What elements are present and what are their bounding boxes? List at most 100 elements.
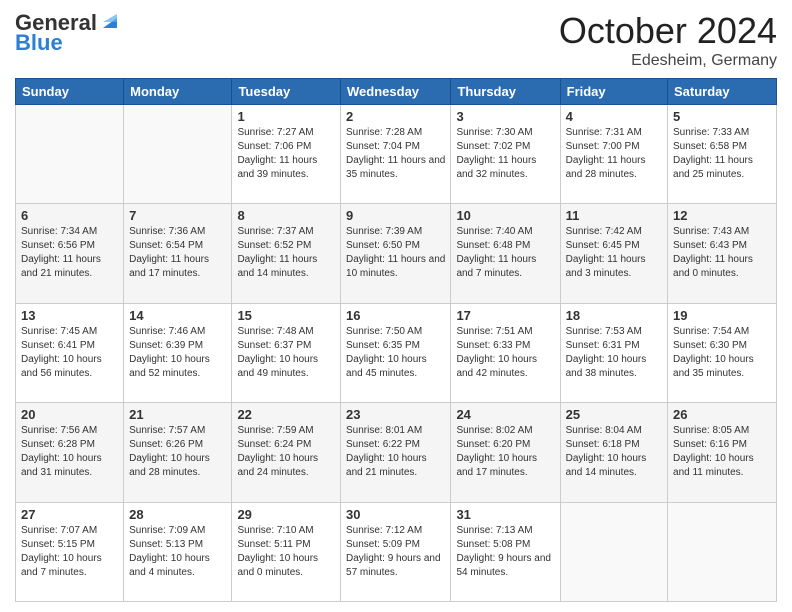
table-row: 30 Sunrise: 7:12 AM Sunset: 5:09 PM Dayli… [341, 502, 451, 601]
col-thursday: Thursday [451, 79, 560, 105]
calendar-header-row: Sunday Monday Tuesday Wednesday Thursday… [16, 79, 777, 105]
day-number: 8 [237, 208, 335, 223]
table-row: 31 Sunrise: 7:13 AM Sunset: 5:08 PM Dayli… [451, 502, 560, 601]
table-row: 4Sunrise: 7:31 AM Sunset: 7:00 PM Daylig… [560, 105, 667, 204]
day-info: Sunrise: 7:42 AM Sunset: 6:45 PM Dayligh… [566, 225, 662, 281]
table-row: 26Sunrise: 8:05 AM Sunset: 6:16 PM Dayli… [668, 403, 777, 502]
table-row: 10 Sunrise: 7:40 AM Sunset: 6:48 PM Dayli… [451, 204, 560, 303]
day-info: Sunrise: 8:04 AM Sunset: 6:18 PM Dayligh… [566, 424, 662, 480]
day-info: Sunrise: 7:34 AM Sunset: 6:56 PM Dayligh… [21, 225, 118, 281]
table-row: 8 Sunrise: 7:37 AM Sunset: 6:52 PM Daylig… [232, 204, 341, 303]
table-row: 25 Sunrise: 8:04 AM Sunset: 6:18 PM Dayli… [560, 403, 667, 502]
day-number: 4 [566, 109, 662, 124]
day-info: Sunrise: 7:57 AM Sunset: 6:26 PM Dayligh… [129, 424, 226, 480]
day-number: 31 [456, 507, 554, 522]
day-info: Sunrise: 8:05 AM Sunset: 6:16 PM Dayligh… [673, 424, 771, 480]
day-info: Sunrise: 7:51 AM Sunset: 6:33 PM Dayligh… [456, 325, 554, 381]
table-row: 23Sunrise: 8:01 AM Sunset: 6:22 PM Dayli… [341, 403, 451, 502]
day-info: Sunrise: 7:45 AM Sunset: 6:41 PM Dayligh… [21, 325, 118, 381]
day-number: 19 [673, 308, 771, 323]
day-info: Sunrise: 7:36 AM Sunset: 6:54 PM Dayligh… [129, 225, 226, 281]
day-number: 27 [21, 507, 118, 522]
day-number: 22 [237, 407, 335, 422]
col-friday: Friday [560, 79, 667, 105]
calendar-week-row: 27 Sunrise: 7:07 AM Sunset: 5:15 PM Dayli… [16, 502, 777, 601]
col-wednesday: Wednesday [341, 79, 451, 105]
calendar-week-row: 6 Sunrise: 7:34 AM Sunset: 6:56 PM Daylig… [16, 204, 777, 303]
day-info: Sunrise: 7:27 AM Sunset: 7:06 PM Dayligh… [237, 126, 335, 182]
day-number: 17 [456, 308, 554, 323]
table-row: 2 Sunrise: 7:28 AM Sunset: 7:04 PM Daylig… [341, 105, 451, 204]
calendar-table: Sunday Monday Tuesday Wednesday Thursday… [15, 78, 777, 602]
day-info: Sunrise: 7:48 AM Sunset: 6:37 PM Dayligh… [237, 325, 335, 381]
day-number: 28 [129, 507, 226, 522]
day-info: Sunrise: 7:54 AM Sunset: 6:30 PM Dayligh… [673, 325, 771, 381]
table-row [16, 105, 124, 204]
day-number: 11 [566, 208, 662, 223]
title-block: October 2024 Edesheim, Germany [559, 10, 777, 70]
day-info: Sunrise: 7:50 AM Sunset: 6:35 PM Dayligh… [346, 325, 445, 381]
day-number: 21 [129, 407, 226, 422]
table-row: 16 Sunrise: 7:50 AM Sunset: 6:35 PM Dayli… [341, 303, 451, 402]
table-row: 29 Sunrise: 7:10 AM Sunset: 5:11 PM Dayli… [232, 502, 341, 601]
calendar-subtitle: Edesheim, Germany [559, 52, 777, 70]
day-info: Sunrise: 7:59 AM Sunset: 6:24 PM Dayligh… [237, 424, 335, 480]
calendar-title: October 2024 [559, 10, 777, 52]
day-info: Sunrise: 7:33 AM Sunset: 6:58 PM Dayligh… [673, 126, 771, 182]
day-info: Sunrise: 7:40 AM Sunset: 6:48 PM Dayligh… [456, 225, 554, 281]
table-row: 17 Sunrise: 7:51 AM Sunset: 6:33 PM Dayli… [451, 303, 560, 402]
table-row: 28 Sunrise: 7:09 AM Sunset: 5:13 PM Dayli… [124, 502, 232, 601]
day-info: Sunrise: 7:53 AM Sunset: 6:31 PM Dayligh… [566, 325, 662, 381]
header: General Blue October 2024 Edesheim, Germ… [15, 10, 777, 70]
day-number: 14 [129, 308, 226, 323]
day-info: Sunrise: 7:10 AM Sunset: 5:11 PM Dayligh… [237, 524, 335, 580]
calendar-week-row: 20Sunrise: 7:56 AM Sunset: 6:28 PM Dayli… [16, 403, 777, 502]
logo: General Blue [15, 10, 121, 56]
day-info: Sunrise: 7:07 AM Sunset: 5:15 PM Dayligh… [21, 524, 118, 580]
day-number: 7 [129, 208, 226, 223]
col-monday: Monday [124, 79, 232, 105]
table-row [560, 502, 667, 601]
day-info: Sunrise: 7:13 AM Sunset: 5:08 PM Dayligh… [456, 524, 554, 580]
day-number: 2 [346, 109, 445, 124]
table-row: 18Sunrise: 7:53 AM Sunset: 6:31 PM Dayli… [560, 303, 667, 402]
table-row [124, 105, 232, 204]
col-tuesday: Tuesday [232, 79, 341, 105]
table-row: 19 Sunrise: 7:54 AM Sunset: 6:30 PM Dayli… [668, 303, 777, 402]
day-info: Sunrise: 7:09 AM Sunset: 5:13 PM Dayligh… [129, 524, 226, 580]
table-row: 3Sunrise: 7:30 AM Sunset: 7:02 PM Daylig… [451, 105, 560, 204]
logo-arrow-icon [99, 10, 121, 32]
day-info: Sunrise: 7:46 AM Sunset: 6:39 PM Dayligh… [129, 325, 226, 381]
day-number: 6 [21, 208, 118, 223]
day-number: 1 [237, 109, 335, 124]
day-number: 25 [566, 407, 662, 422]
table-row: 12Sunrise: 7:43 AM Sunset: 6:43 PM Dayli… [668, 204, 777, 303]
calendar-week-row: 1 Sunrise: 7:27 AM Sunset: 7:06 PM Daylig… [16, 105, 777, 204]
day-info: Sunrise: 7:39 AM Sunset: 6:50 PM Dayligh… [346, 225, 445, 281]
table-row: 21 Sunrise: 7:57 AM Sunset: 6:26 PM Dayli… [124, 403, 232, 502]
table-row: 14 Sunrise: 7:46 AM Sunset: 6:39 PM Dayli… [124, 303, 232, 402]
table-row: 11 Sunrise: 7:42 AM Sunset: 6:45 PM Dayli… [560, 204, 667, 303]
table-row: 20Sunrise: 7:56 AM Sunset: 6:28 PM Dayli… [16, 403, 124, 502]
col-sunday: Sunday [16, 79, 124, 105]
table-row: 22 Sunrise: 7:59 AM Sunset: 6:24 PM Dayli… [232, 403, 341, 502]
day-number: 29 [237, 507, 335, 522]
day-number: 20 [21, 407, 118, 422]
day-number: 30 [346, 507, 445, 522]
table-row: 27 Sunrise: 7:07 AM Sunset: 5:15 PM Dayli… [16, 502, 124, 601]
col-saturday: Saturday [668, 79, 777, 105]
calendar-week-row: 13Sunrise: 7:45 AM Sunset: 6:41 PM Dayli… [16, 303, 777, 402]
day-number: 24 [456, 407, 554, 422]
day-info: Sunrise: 7:37 AM Sunset: 6:52 PM Dayligh… [237, 225, 335, 281]
page: General Blue October 2024 Edesheim, Germ… [0, 0, 792, 612]
day-number: 5 [673, 109, 771, 124]
table-row [668, 502, 777, 601]
day-number: 10 [456, 208, 554, 223]
day-info: Sunrise: 7:28 AM Sunset: 7:04 PM Dayligh… [346, 126, 445, 182]
day-number: 16 [346, 308, 445, 323]
day-info: Sunrise: 7:12 AM Sunset: 5:09 PM Dayligh… [346, 524, 445, 580]
day-info: Sunrise: 8:02 AM Sunset: 6:20 PM Dayligh… [456, 424, 554, 480]
day-number: 3 [456, 109, 554, 124]
table-row: 6 Sunrise: 7:34 AM Sunset: 6:56 PM Daylig… [16, 204, 124, 303]
table-row: 24 Sunrise: 8:02 AM Sunset: 6:20 PM Dayli… [451, 403, 560, 502]
